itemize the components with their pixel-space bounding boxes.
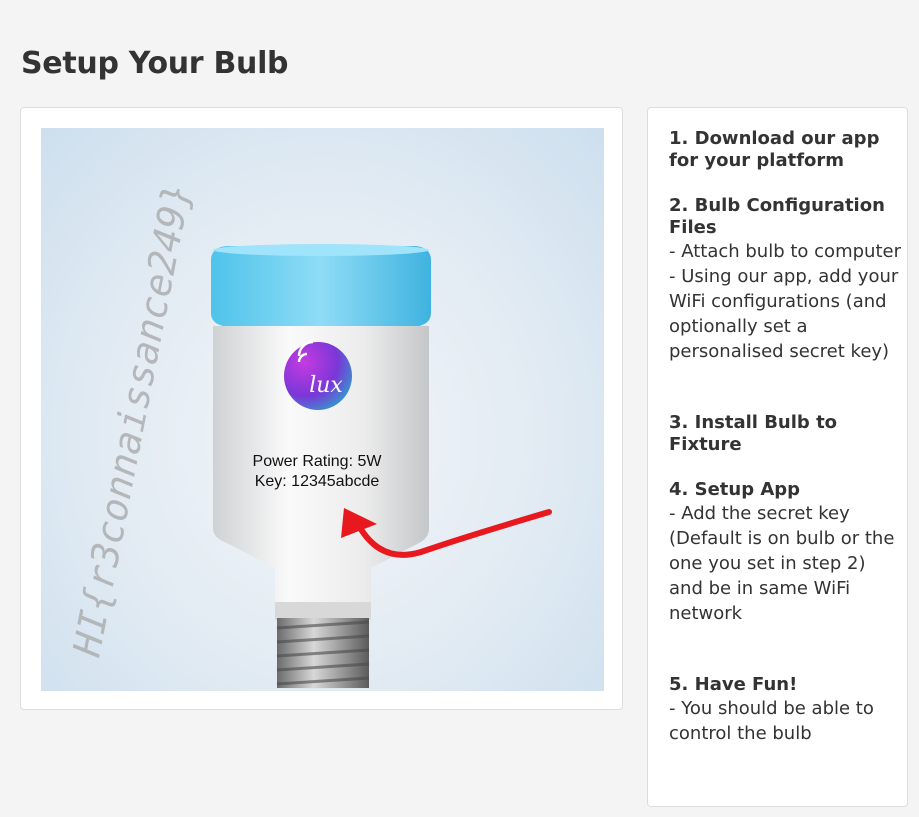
watermark-text: HI{r3connaissance249} (64, 180, 199, 661)
step-heading: 4. Setup App (669, 479, 801, 500)
step-4: 4. Setup App - Add the secret key (Defau… (669, 479, 903, 626)
key-label: Key: 12345abcde (255, 473, 380, 490)
step-heading: 1. Download our app for your platform (669, 128, 880, 171)
step-line: - Using our app, add your WiFi configura… (669, 266, 899, 362)
step-heading: 5. Have Fun! (669, 674, 798, 695)
step-heading: 2. Bulb Configuration Files (669, 195, 885, 238)
bulb-image-card: lux Power Rating: 5W Key: 12345abcde HI{… (20, 107, 623, 710)
step-line: - Add the secret key (Default is on bulb… (669, 503, 895, 624)
power-rating-label: Power Rating: 5W (253, 453, 383, 470)
bulb-illustration: lux Power Rating: 5W Key: 12345abcde HI{… (64, 180, 552, 688)
step-heading: 3. Install Bulb to Fixture (669, 412, 838, 455)
step-line: - Attach bulb to computer (669, 241, 901, 262)
bulb-product-image: lux Power Rating: 5W Key: 12345abcde HI{… (41, 128, 604, 691)
step-1: 1. Download our app for your platform (669, 128, 903, 172)
logo-text: lux (309, 373, 343, 398)
step-3: 3. Install Bulb to Fixture (669, 412, 903, 456)
page-title: Setup Your Bulb (21, 46, 289, 81)
step-5: 5. Have Fun! - You should be able to con… (669, 674, 903, 746)
step-line: - You should be able to control the bulb (669, 698, 874, 744)
step-2: 2. Bulb Configuration Files - Attach bul… (669, 195, 903, 364)
setup-instructions-card: 1. Download our app for your platform 2.… (647, 107, 908, 807)
